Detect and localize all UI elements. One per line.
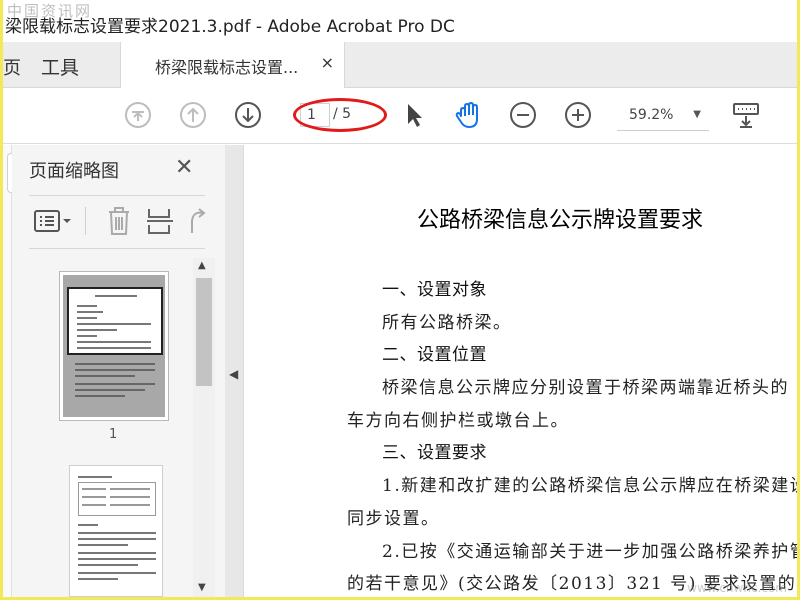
doc-heading: 二、设置位置 [382,345,487,365]
doc-paragraph: 车方向右侧护栏或墩台上。 [347,411,569,431]
doc-paragraph: 1.新建和改扩建的公路桥梁信息公示牌应在桥梁建设 [382,476,797,496]
doc-paragraph: 桥梁信息公示牌应分别设置于桥梁两端靠近桥头的 [382,378,789,398]
zoom-value: 59.2% [629,107,674,123]
doc-heading: 一、设置对象 [382,280,487,300]
delete-icon[interactable] [105,205,133,237]
tab-home[interactable]: 页 [3,54,21,80]
tab-bar: 页 工具 桥梁限载标志设置... × [3,42,797,88]
tab-tools[interactable]: 工具 [41,53,79,80]
scroll-down-icon[interactable]: ▼ [198,582,206,593]
rotate-icon[interactable] [183,205,209,237]
divider [85,207,86,235]
first-page-icon[interactable] [123,100,153,130]
panel-toolbar [29,205,209,237]
doc-paragraph: 2.已按《交通运输部关于进一步加强公路桥梁养护管 [382,542,797,562]
doc-paragraph: 所有公路桥梁。 [382,313,512,333]
app-window: 中国资讯网 梁限载标志设置要求2021.3.pdf - Adobe Acroba… [3,0,797,597]
extract-pages-icon[interactable] [145,205,175,237]
hand-icon[interactable] [453,100,483,130]
next-page-icon[interactable] [233,100,263,130]
thumbnails-panel: 页面缩略图 ✕ 1 ▲ ▼ [3,145,225,597]
document-title: 公路桥梁信息公示牌设置要求 [417,208,704,233]
panel-edge [3,145,12,597]
doc-heading: 三、设置要求 [382,443,487,463]
close-icon[interactable]: ✕ [175,155,193,180]
highlight-ellipse [293,98,387,132]
previous-page-icon[interactable] [178,100,208,130]
visible-area-frame[interactable] [67,287,163,355]
title-bar: 中国资讯网 梁限载标志设置要求2021.3.pdf - Adobe Acroba… [3,0,797,42]
thumbnail-options-icon[interactable] [33,207,73,235]
thumbnail-content [63,275,165,417]
window-title: 梁限载标志设置要求2021.3.pdf - Adobe Acrobat Pro … [5,17,455,37]
scrollbar-thumb[interactable] [196,278,212,386]
zoom-in-icon[interactable] [563,100,593,130]
tab-document-label: 桥梁限载标志设置... [155,58,299,77]
panel-collapse-strip[interactable]: ◀ [225,145,243,597]
page-thumbnail[interactable] [69,465,163,597]
scroll-up-icon[interactable]: ▲ [198,260,206,271]
select-cursor-icon[interactable] [399,100,429,130]
page-thumbnail[interactable] [59,271,169,421]
doc-paragraph: 同步设置。 [347,509,440,529]
site-watermark: www.cnwhc.com [687,581,787,595]
toolbar: 1 / 5 59.2% ▼ [3,88,797,144]
zoom-select[interactable]: 59.2% ▼ [617,103,709,131]
thumbnail-page-number: 1 [109,427,118,442]
tab-close-icon[interactable]: × [321,53,334,72]
divider [29,195,205,196]
panel-notch [7,153,12,193]
collapse-arrow-icon[interactable]: ◀ [229,367,238,381]
panel-title: 页面缩略图 [29,161,119,182]
keyboard-icon[interactable] [731,100,761,130]
divider [29,248,205,249]
thumbnail-scrollbar[interactable]: ▲ ▼ [193,258,215,597]
tab-document[interactable]: 桥梁限载标志设置... × [120,42,345,88]
thumbnail-list: 1 [29,257,191,597]
zoom-out-icon[interactable] [508,100,538,130]
document-view[interactable]: 公路桥梁信息公示牌设置要求 一、设置对象 所有公路桥梁。 二、设置位置 桥梁信息… [243,145,797,597]
chevron-down-icon: ▼ [693,109,701,120]
